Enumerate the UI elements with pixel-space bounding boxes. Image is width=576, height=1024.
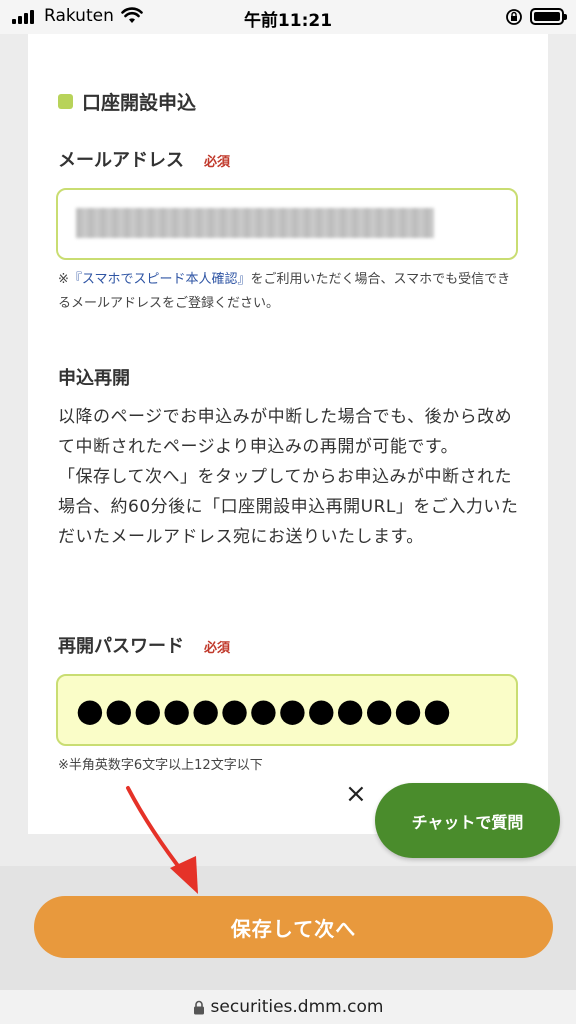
bottom-action-bar: 保存して次へ <box>0 866 576 990</box>
chat-close-icon[interactable]: × <box>345 781 367 807</box>
status-time: 午前11:21 <box>243 11 333 31</box>
section-header: 口座開設申込 <box>58 88 196 115</box>
password-masked-value: ●●●●●●●●●●●●● <box>76 691 452 729</box>
resume-title: 申込再開 <box>58 368 130 389</box>
email-note-prefix: ※ <box>58 272 69 287</box>
password-note: ※半角英数字6文字以上12文字以下 <box>58 758 263 773</box>
email-required-badge: 必須 <box>204 155 231 170</box>
resume-paragraph-1: 以降のページでお申込みが中断した場合でも、後から改めて中断されたページより申込み… <box>58 407 513 457</box>
email-label: メールアドレス 必須 <box>58 146 230 172</box>
resume-description: 以降のページでお申込みが中断した場合でも、後から改めて中断されたページより申込み… <box>58 402 520 552</box>
password-label: 再開パスワード 必須 <box>58 632 230 658</box>
rotation-lock-icon <box>506 9 522 25</box>
save-and-next-button[interactable]: 保存して次へ <box>34 896 553 958</box>
url-bar[interactable]: securities.dmm.com <box>0 990 576 1024</box>
email-value-redacted <box>76 208 434 238</box>
status-bar: Rakuten 午前11:21 <box>0 0 576 34</box>
form-card: 口座開設申込 メールアドレス 必須 ※『スマホでスピード本人確認』をご利用いただ… <box>28 34 548 834</box>
password-required-badge: 必須 <box>204 641 231 656</box>
section-title: 口座開設申込 <box>82 92 197 114</box>
resume-password-field[interactable]: ●●●●●●●●●●●●● <box>56 674 518 746</box>
email-label-text: メールアドレス <box>58 150 184 171</box>
url-domain: securities.dmm.com <box>210 997 384 1017</box>
resume-paragraph-2: 「保存して次へ」をタップしてからお申込みが中断された場合、約60分後に「口座開設… <box>58 467 519 547</box>
lock-icon <box>193 1000 205 1015</box>
chat-button[interactable]: チャットで質問 <box>375 783 560 858</box>
battery-icon <box>530 8 567 25</box>
speed-verification-link[interactable]: 『スマホでスピード本人確認』 <box>69 272 251 287</box>
email-note: ※『スマホでスピード本人確認』をご利用いただく場合、スマホでも受信できるメールア… <box>58 268 518 316</box>
section-marker-icon <box>58 94 73 109</box>
password-label-text: 再開パスワード <box>58 636 184 657</box>
email-field[interactable] <box>56 188 518 260</box>
